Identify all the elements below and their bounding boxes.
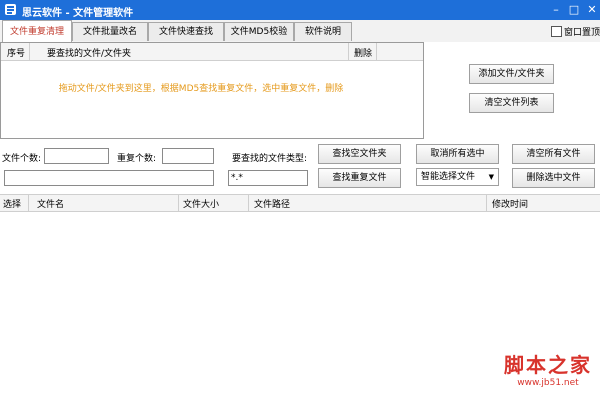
minimize-button[interactable]: – xyxy=(548,2,564,17)
col-select[interactable]: 选择 xyxy=(3,197,21,210)
topmost-toggle[interactable]: 窗口置顶 xyxy=(551,25,600,38)
results-grid-header: 选择 文件名 文件大小 文件路径 修改时间 xyxy=(0,194,600,212)
tab-quick-search[interactable]: 文件快速查找 xyxy=(148,22,224,41)
maximize-button[interactable]: □ xyxy=(566,2,582,17)
drop-list-header: 序号 要查找的文件/文件夹 删除 xyxy=(1,43,423,61)
chevron-down-icon: ▼ xyxy=(488,173,494,181)
tab-batch-rename[interactable]: 文件批量改名 xyxy=(72,22,148,41)
tab-duplicate-clean[interactable]: 文件重复清理 xyxy=(2,20,72,42)
clear-file-list-button[interactable]: 清空文件列表 xyxy=(469,93,554,113)
title-bar: 思云软件 - 文件管理软件 – □ ✕ xyxy=(0,0,600,20)
dup-count-label: 重复个数: xyxy=(117,154,157,164)
col-filesize[interactable]: 文件大小 xyxy=(183,197,219,210)
col-path: 要查找的文件/文件夹 xyxy=(47,49,132,59)
col-index: 序号 xyxy=(7,49,26,59)
delete-selected-files-button[interactable]: 删除选中文件 xyxy=(512,168,595,188)
drop-panel[interactable]: 序号 要查找的文件/文件夹 删除 拖动文件/文件夹到这里，根据MD5查找重复文件… xyxy=(0,42,424,139)
col-filepath[interactable]: 文件路径 xyxy=(254,197,290,210)
file-type-field[interactable]: *.* xyxy=(228,170,308,186)
tab-md5-check[interactable]: 文件MD5校验 xyxy=(224,22,294,41)
site-watermark: 脚本之家 www.jb51.net xyxy=(504,349,592,388)
close-button[interactable]: ✕ xyxy=(584,2,600,17)
smart-select-dropdown[interactable]: 智能选择文件 ▼ xyxy=(416,168,499,186)
drop-hint: 拖动文件/文件夹到这里，根据MD5查找重复文件，选中重复文件，删除 xyxy=(58,84,344,94)
tab-about[interactable]: 软件说明 xyxy=(294,22,352,41)
topmost-label: 窗口置顶 xyxy=(564,28,600,38)
tab-bar: 文件重复清理 文件批量改名 文件快速查找 文件MD5校验 软件说明 xyxy=(0,20,600,42)
app-icon xyxy=(5,4,16,15)
topmost-checkbox[interactable] xyxy=(551,26,562,37)
file-type-label: 要查找的文件类型: xyxy=(232,154,308,164)
file-count-field[interactable] xyxy=(44,148,109,164)
watermark-text: 脚本之家 xyxy=(504,353,592,377)
smart-select-value: 智能选择文件 xyxy=(421,172,476,182)
clear-all-files-button[interactable]: 清空所有文件 xyxy=(512,144,595,164)
find-duplicate-files-button[interactable]: 查找重复文件 xyxy=(318,168,401,188)
col-modified[interactable]: 修改时间 xyxy=(492,197,528,210)
col-delete: 删除 xyxy=(354,49,373,59)
dup-count-field[interactable] xyxy=(162,148,214,164)
col-filename[interactable]: 文件名 xyxy=(37,197,64,210)
window-title: 思云软件 - 文件管理软件 xyxy=(22,8,134,19)
find-empty-folder-button[interactable]: 查找空文件夹 xyxy=(318,144,401,164)
watermark-url: www.jb51.net xyxy=(517,378,579,388)
file-count-label: 文件个数: xyxy=(2,154,42,164)
status-field[interactable] xyxy=(4,170,214,186)
add-file-folder-button[interactable]: 添加文件/文件夹 xyxy=(469,64,554,84)
cancel-all-selection-button[interactable]: 取消所有选中 xyxy=(416,144,499,164)
